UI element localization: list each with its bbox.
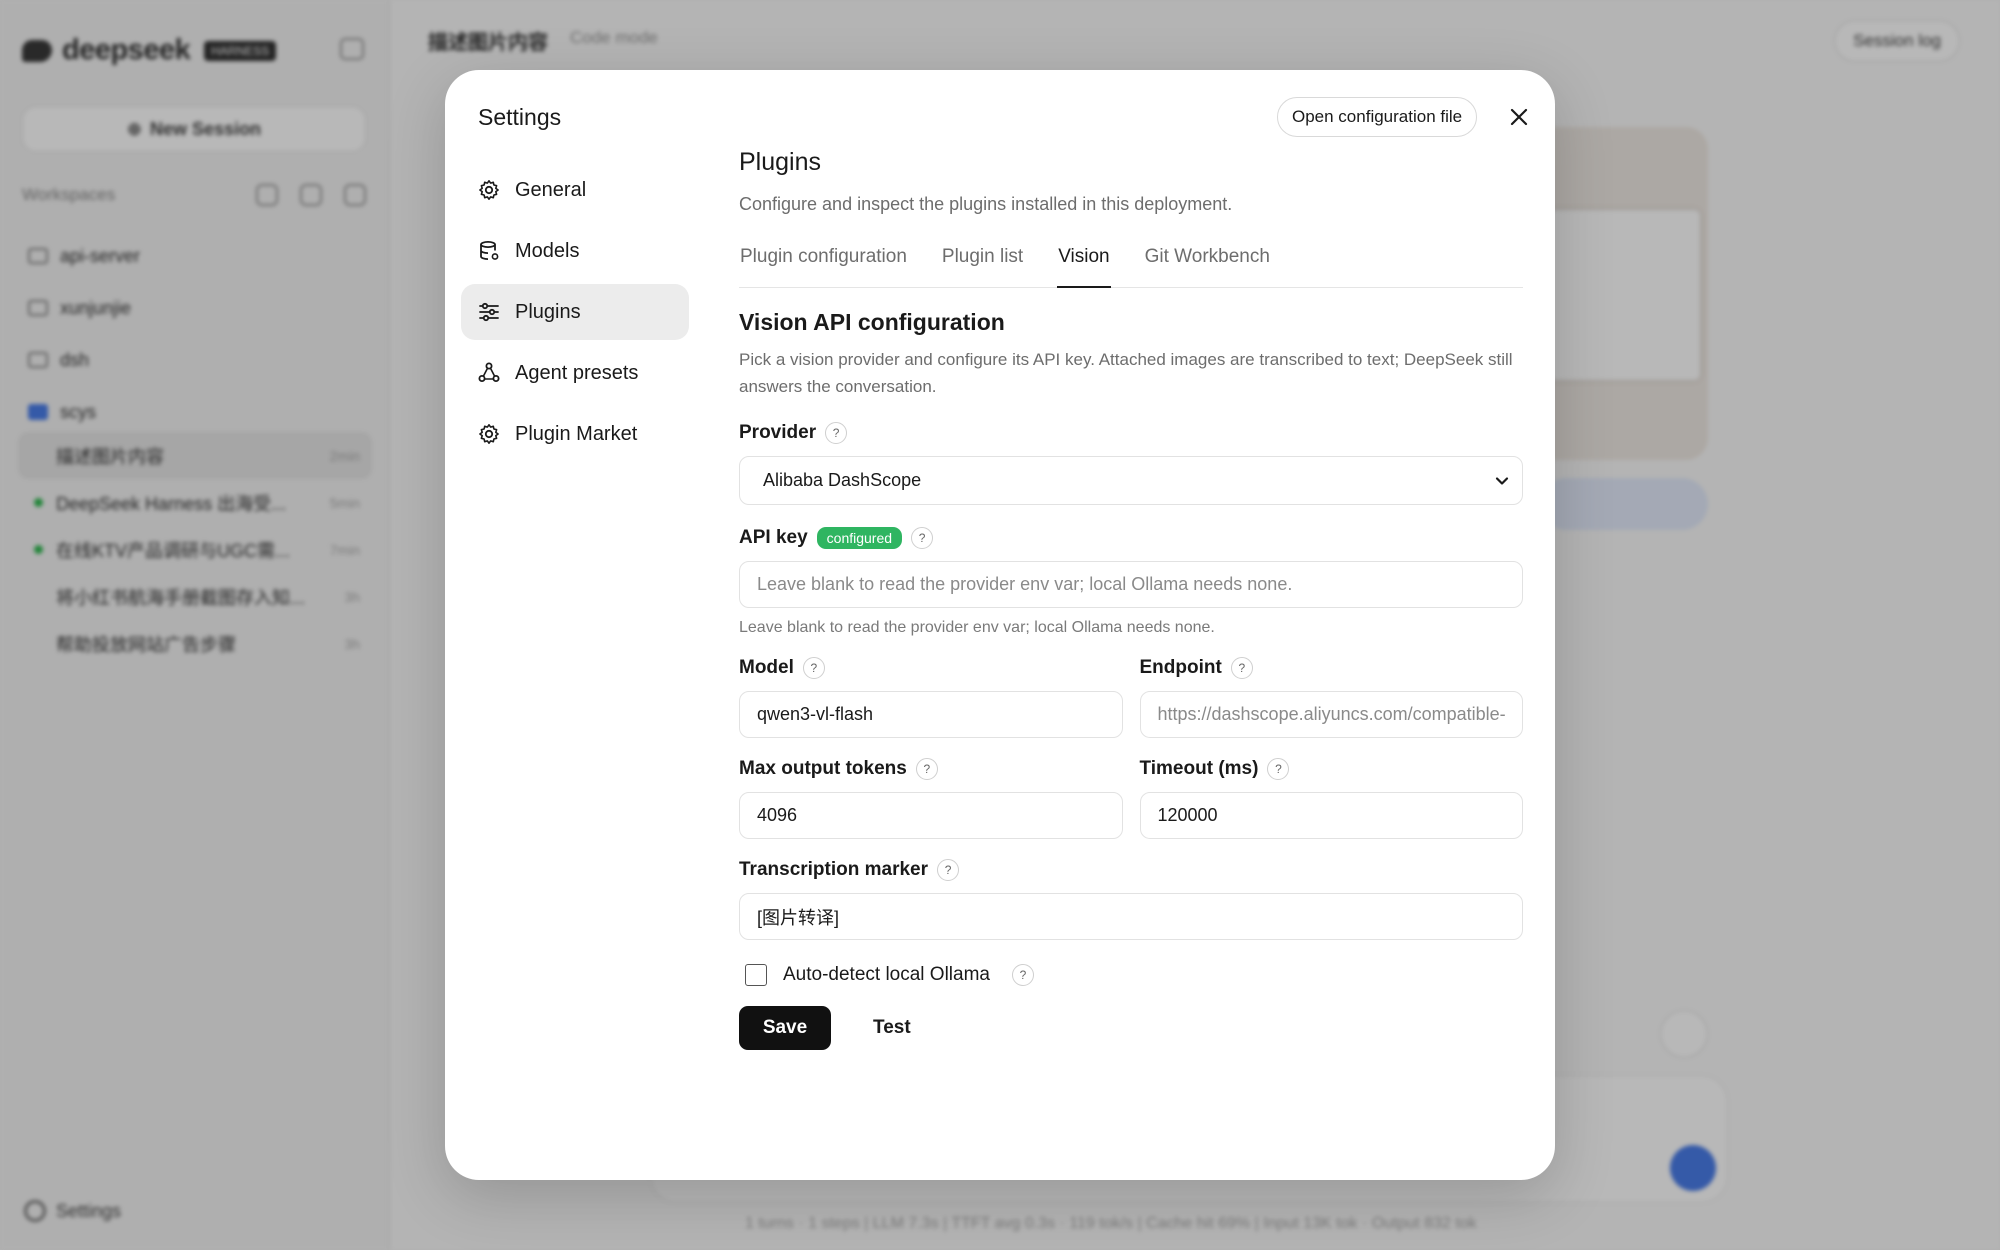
timeout-input[interactable]	[1139, 792, 1523, 839]
max-tokens-label: Max output tokens	[739, 758, 907, 779]
model-field: Model ?	[739, 657, 1123, 738]
timeout-label: Timeout (ms)	[1139, 758, 1259, 779]
nav-item-agent-presets[interactable]: Agent presets	[461, 345, 689, 401]
provider-select[interactable]: Alibaba DashScope	[739, 456, 1523, 505]
help-icon[interactable]: ?	[1230, 657, 1253, 679]
help-icon[interactable]: ?	[937, 859, 960, 881]
marker-input[interactable]	[739, 893, 1523, 940]
nav-item-label: General	[515, 178, 587, 201]
tab-plugin-list[interactable]: Plugin list	[941, 245, 1024, 288]
api-key-input[interactable]	[739, 561, 1523, 608]
api-key-hint: Leave blank to read the provider env var…	[739, 619, 1215, 636]
auto-detect-row: Auto-detect local Ollama ?	[745, 964, 1523, 986]
provider-value: Alibaba DashScope	[763, 470, 922, 490]
plugin-tabs: Plugin configuration Plugin list Vision Git…	[739, 245, 1523, 288]
api-key-label-row: API key configured ?	[739, 527, 1523, 549]
marker-label-row: Transcription marker ?	[739, 859, 1523, 881]
agents-icon	[477, 361, 501, 385]
plugins-panel: Plugins Configure and inspect the plugin…	[739, 140, 1523, 1050]
model-label-row: Model ?	[739, 657, 1123, 679]
action-row: Save Test	[739, 1006, 1523, 1050]
endpoint-label: Endpoint	[1139, 657, 1222, 678]
auto-detect-checkbox[interactable]	[745, 964, 767, 986]
gear-icon	[477, 178, 501, 202]
tab-vision[interactable]: Vision	[1057, 245, 1111, 288]
nav-item-label: Plugin Market	[515, 422, 638, 445]
nav-item-plugin-market[interactable]: Plugin Market	[461, 406, 689, 462]
settings-nav: General Models Plugins Agent presets Plugin …	[461, 162, 689, 467]
help-icon[interactable]: ?	[911, 527, 934, 549]
sliders-icon	[477, 300, 501, 324]
nav-item-models[interactable]: Models	[461, 223, 689, 279]
marker-label: Transcription marker	[739, 859, 929, 880]
open-config-button[interactable]: Open configuration file	[1277, 97, 1478, 137]
model-endpoint-row: Model ? Endpoint ?	[739, 657, 1523, 738]
endpoint-field: Endpoint ?	[1139, 657, 1524, 738]
chevron-down-icon	[1495, 477, 1509, 485]
max-tokens-field: Max output tokens ?	[739, 758, 1123, 839]
max-tokens-label-row: Max output tokens ?	[739, 758, 1123, 780]
help-icon[interactable]: ?	[802, 657, 825, 679]
max-tokens-input[interactable]	[739, 792, 1123, 839]
provider-field: Provider ? Alibaba DashScope	[739, 422, 1523, 505]
nav-item-label: Plugins	[515, 300, 581, 323]
section-description: Pick a vision provider and configure its…	[739, 350, 1513, 396]
help-icon[interactable]: ?	[1267, 758, 1290, 780]
api-key-field: API key configured ? Leave blank to read…	[739, 527, 1523, 637]
tab-plugin-configuration[interactable]: Plugin configuration	[739, 245, 908, 288]
auto-detect-label[interactable]: Auto-detect local Ollama	[783, 964, 990, 986]
help-icon[interactable]: ?	[1012, 964, 1034, 986]
test-button[interactable]: Test	[873, 1017, 911, 1039]
help-icon[interactable]: ?	[915, 758, 938, 780]
save-button[interactable]: Save	[739, 1006, 831, 1050]
nav-item-label: Agent presets	[515, 361, 639, 384]
nav-item-plugins[interactable]: Plugins	[461, 284, 689, 340]
help-icon[interactable]: ?	[825, 422, 848, 444]
nav-item-label: Models	[515, 239, 580, 262]
tab-git-workbench[interactable]: Git Workbench	[1144, 245, 1271, 288]
settings-dialog: Settings General Models Plugins Agent prese…	[445, 70, 1555, 1180]
section-title: Vision API configuration	[739, 309, 1005, 335]
tokens-timeout-row: Max output tokens ? Timeout (ms) ?	[739, 758, 1523, 839]
database-icon	[477, 239, 501, 263]
endpoint-input[interactable]	[1139, 691, 1523, 738]
gear-icon	[477, 422, 501, 446]
dialog-title: Settings	[478, 104, 562, 130]
provider-label-row: Provider ?	[739, 422, 1523, 444]
api-key-label: API key	[739, 527, 808, 548]
timeout-field: Timeout (ms) ?	[1139, 758, 1524, 839]
panel-heading: Plugins	[739, 148, 821, 176]
close-button[interactable]	[1506, 104, 1532, 130]
endpoint-label-row: Endpoint ?	[1140, 657, 1524, 679]
nav-item-general[interactable]: General	[461, 162, 689, 218]
panel-subheading: Configure and inspect the plugins instal…	[739, 194, 1233, 214]
model-label: Model	[739, 657, 794, 678]
timeout-label-row: Timeout (ms) ?	[1140, 758, 1524, 780]
marker-field: Transcription marker ?	[739, 859, 1523, 940]
close-icon	[1510, 108, 1528, 126]
status-badge: configured	[816, 527, 903, 549]
provider-label: Provider	[739, 422, 817, 443]
model-input[interactable]	[739, 691, 1123, 738]
